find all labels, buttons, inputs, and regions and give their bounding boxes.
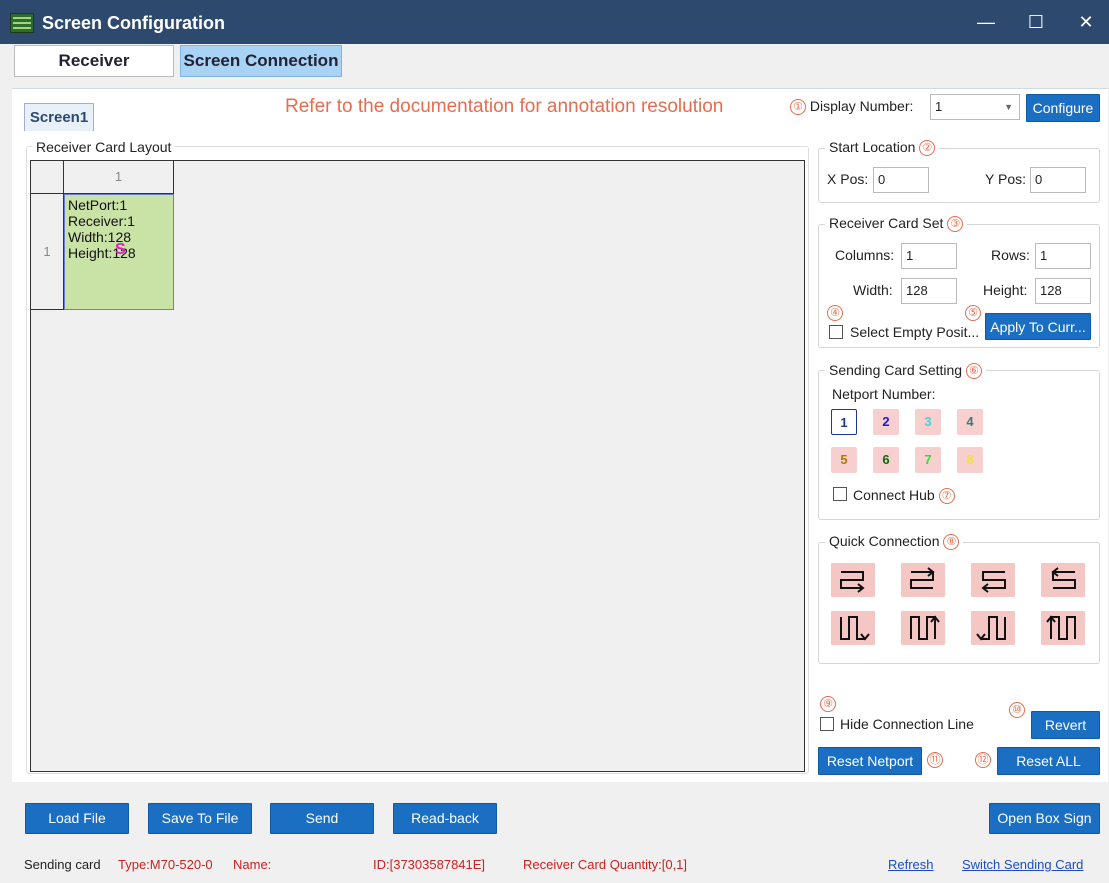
tab-receiver[interactable]: Receiver: [14, 45, 174, 77]
cell-netport: NetPort:1: [68, 197, 128, 213]
height-input[interactable]: 128: [1035, 278, 1091, 304]
cell-receiver: Receiver:1: [68, 213, 135, 229]
hide-connection-line-label: Hide Connection Line: [840, 716, 974, 732]
title-bar: Screen Configuration — ☐ ✕: [0, 0, 1109, 44]
netport-button-3[interactable]: 3: [915, 409, 941, 435]
netport-button-7[interactable]: 7: [915, 447, 941, 473]
start-location-title: Start Location ②: [825, 139, 940, 157]
reset-all-button[interactable]: Reset ALL: [997, 747, 1100, 775]
width-input[interactable]: 128: [901, 278, 957, 304]
row-header: 1: [30, 193, 64, 310]
select-empty-label: Select Empty Posit...: [850, 324, 980, 340]
annotation-marker-11: ⑪: [927, 752, 943, 768]
annotation-marker-5: ⑤: [965, 305, 981, 321]
tab-screen-connection[interactable]: Screen Connection: [180, 45, 342, 77]
netport-button-1[interactable]: 1: [831, 409, 857, 435]
chevron-down-icon: ▼: [1004, 102, 1013, 112]
snake-right-down-alt-icon[interactable]: [901, 563, 945, 597]
netport-button-8[interactable]: 8: [957, 447, 983, 473]
sending-card-setting-title: Sending Card Setting ⑥: [825, 362, 986, 380]
status-type: Type:M70-520-0: [118, 857, 213, 872]
snake-up-left-icon[interactable]: [1041, 611, 1085, 645]
netport-button-2[interactable]: 2: [873, 409, 899, 435]
connect-hub-checkbox[interactable]: [833, 487, 847, 501]
display-number-select[interactable]: 1 ▼: [930, 94, 1020, 120]
window-title: Screen Configuration: [42, 13, 226, 33]
hide-connection-line-checkbox[interactable]: [820, 717, 834, 731]
x-pos-input[interactable]: 0: [873, 167, 929, 193]
annotation-marker-12: ⑫: [975, 752, 991, 768]
grid-corner: [30, 160, 64, 194]
y-pos-input[interactable]: 0: [1030, 167, 1086, 193]
app-logo-icon: [10, 13, 34, 33]
display-number-label: Display Number:: [809, 98, 914, 114]
status-receiver-quantity: Receiver Card Quantity:[0,1]: [523, 857, 688, 872]
annotation-marker-1: ①: [790, 99, 806, 116]
minimize-button[interactable]: —: [966, 8, 1006, 36]
columns-label: Columns:: [835, 247, 895, 263]
snake-down-right-icon[interactable]: [831, 611, 875, 645]
status-bar: Sending card Type:M70-520-0 Name: ID:[37…: [0, 848, 1109, 883]
open-box-sign-button[interactable]: Open Box Sign: [989, 803, 1100, 834]
quick-connection-title: Quick Connection ⑧: [825, 533, 964, 551]
save-to-file-button[interactable]: Save To File: [148, 803, 252, 834]
receiver-card-layout-title: Receiver Card Layout: [32, 139, 176, 155]
snake-down-left-icon[interactable]: [971, 611, 1015, 645]
annotation-marker-9: ⑨: [820, 696, 836, 712]
reset-netport-button[interactable]: Reset Netport: [818, 747, 922, 775]
maximize-button[interactable]: ☐: [1016, 8, 1056, 36]
display-number-group: ① Display Number:: [790, 98, 914, 116]
status-sending-card: Sending card: [24, 857, 101, 872]
send-button[interactable]: Send: [270, 803, 374, 834]
netport-number-label: Netport Number:: [832, 386, 936, 402]
snake-left-down-icon[interactable]: [971, 563, 1015, 597]
width-label: Width:: [853, 282, 893, 298]
rows-label: Rows:: [991, 247, 1030, 263]
configure-button[interactable]: Configure: [1026, 94, 1100, 122]
revert-button[interactable]: Revert: [1031, 711, 1100, 739]
netport-button-6[interactable]: 6: [873, 447, 899, 473]
netport-button-4[interactable]: 4: [957, 409, 983, 435]
load-file-button[interactable]: Load File: [25, 803, 129, 834]
close-button[interactable]: ✕: [1066, 8, 1106, 36]
receiver-cell[interactable]: NetPort:1 Receiver:1 Width:128 Height:12…: [64, 194, 174, 310]
connect-hub-group: Connect Hub ⑦: [853, 487, 955, 505]
receiver-card-set-title: Receiver Card Set ③: [825, 215, 968, 233]
y-pos-label: Y Pos:: [985, 171, 1026, 187]
snake-right-down-icon[interactable]: [831, 563, 875, 597]
switch-sending-card-link[interactable]: Switch Sending Card: [962, 857, 1083, 872]
column-header: 1: [63, 160, 174, 194]
snake-up-right-icon[interactable]: [901, 611, 945, 645]
snake-left-down-alt-icon[interactable]: [1041, 563, 1085, 597]
select-empty-checkbox[interactable]: [829, 325, 843, 339]
annotation-note: Refer to the documentation for annotatio…: [285, 96, 724, 117]
height-label: Height:: [983, 282, 1028, 298]
start-marker: S: [115, 241, 126, 258]
x-pos-label: X Pos:: [827, 171, 869, 187]
refresh-link[interactable]: Refresh: [888, 857, 934, 872]
status-id: ID:[37303587841E]: [373, 857, 486, 872]
connect-hub-label: Connect Hub: [853, 487, 935, 503]
tab-screen1[interactable]: Screen1: [24, 103, 94, 131]
annotation-marker-10: ⑩: [1009, 702, 1025, 718]
read-back-button[interactable]: Read-back: [393, 803, 497, 834]
display-number-value: 1: [935, 99, 943, 114]
rows-input[interactable]: 1: [1035, 243, 1091, 269]
columns-input[interactable]: 1: [901, 243, 957, 269]
quick-connection-group: [818, 542, 1100, 664]
apply-to-current-button[interactable]: Apply To Curr...: [985, 313, 1091, 340]
annotation-marker-4: ④: [827, 305, 843, 321]
netport-button-5[interactable]: 5: [831, 447, 857, 473]
status-name: Name:: [233, 857, 272, 872]
